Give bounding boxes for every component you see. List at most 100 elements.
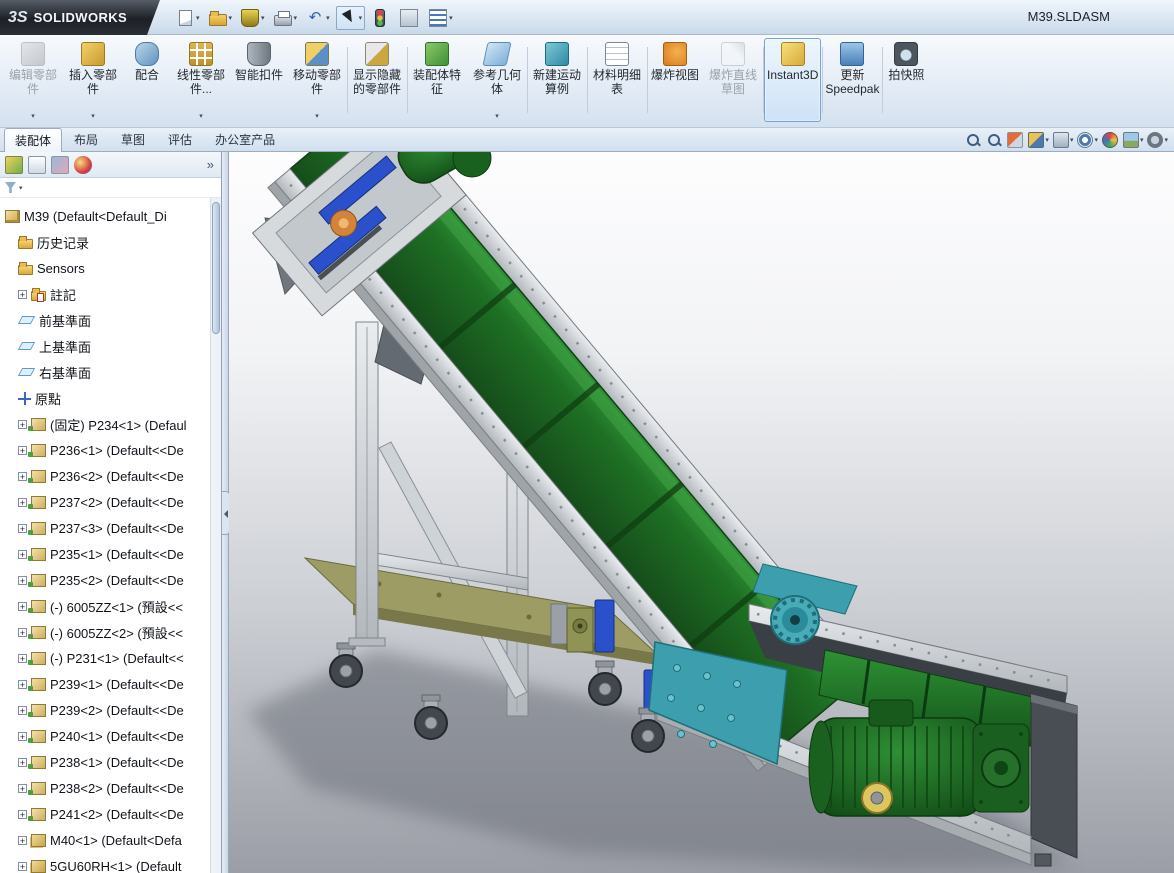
- tree-item[interactable]: + P235<2> (Default<<De: [0, 567, 221, 593]
- tree-item[interactable]: + (-) 6005ZZ<2> (預設<<: [0, 619, 221, 645]
- ribbon-button[interactable]: 新建运动算例: [528, 38, 586, 122]
- tension-roller[interactable]: [771, 596, 819, 644]
- dropdown-caret-icon[interactable]: ▾: [449, 14, 453, 22]
- ribbon-button[interactable]: 配合: [124, 38, 170, 122]
- quick-access-button[interactable]: ▾: [174, 6, 203, 30]
- tree-item[interactable]: + 註記: [0, 281, 221, 307]
- quick-access-button[interactable]: ▾: [271, 6, 301, 30]
- ribbon-button[interactable]: 拍快照: [883, 38, 929, 122]
- ribbon-button[interactable]: 插入零部件 ▾: [64, 38, 122, 122]
- dropdown-caret-icon[interactable]: ▾: [359, 14, 363, 22]
- dropdown-caret-icon[interactable]: ▾: [1070, 136, 1074, 144]
- configurationmanager-tab-icon[interactable]: [51, 156, 69, 174]
- view-tool-button[interactable]: [986, 132, 1003, 148]
- idler-wheel[interactable]: [862, 783, 892, 813]
- expand-icon[interactable]: +: [18, 654, 27, 663]
- displaymanager-tab-icon[interactable]: [74, 156, 92, 174]
- expand-icon[interactable]: +: [18, 446, 27, 455]
- ribbon-button[interactable]: 爆炸视图: [648, 38, 702, 122]
- expand-icon[interactable]: +: [18, 784, 27, 793]
- quick-access-button[interactable]: ▾: [426, 6, 456, 30]
- tree-item[interactable]: + P241<2> (Default<<De: [0, 801, 221, 827]
- expand-icon[interactable]: +: [18, 602, 27, 611]
- collapse-panel-button[interactable]: »: [207, 157, 216, 172]
- dropdown-caret-icon[interactable]: ▾: [19, 184, 23, 192]
- tree-item[interactable]: + P239<2> (Default<<De: [0, 697, 221, 723]
- expand-icon[interactable]: +: [18, 680, 27, 689]
- view-tool-button[interactable]: [1007, 132, 1024, 148]
- ribbon-tab[interactable]: 评估: [157, 127, 203, 151]
- quick-access-button[interactable]: ▾: [303, 6, 333, 30]
- 3d-viewport[interactable]: [229, 152, 1174, 873]
- ribbon-button[interactable]: 装配体特征: [408, 38, 466, 122]
- tree-item[interactable]: + (固定) P234<1> (Defaul: [0, 411, 221, 437]
- dropdown-caret-icon[interactable]: ▾: [1094, 136, 1098, 144]
- tree-item[interactable]: + P239<1> (Default<<De: [0, 671, 221, 697]
- tree-scrollbar[interactable]: [210, 198, 221, 873]
- dropdown-caret-icon[interactable]: ▾: [1140, 136, 1144, 144]
- expand-icon[interactable]: +: [18, 524, 27, 533]
- view-tool-button[interactable]: ▾: [1077, 132, 1098, 148]
- view-tool-button[interactable]: ▾: [1028, 132, 1049, 148]
- tree-item[interactable]: + P238<2> (Default<<De: [0, 775, 221, 801]
- dropdown-caret-icon[interactable]: ▾: [1164, 136, 1168, 144]
- dropdown-caret-icon[interactable]: ▾: [326, 14, 330, 22]
- tree-item[interactable]: 原點: [0, 385, 221, 411]
- dropdown-caret-icon[interactable]: ▾: [229, 14, 233, 22]
- ribbon-button[interactable]: 爆炸直线草图: [704, 38, 762, 122]
- quick-access-button[interactable]: ▾: [336, 6, 366, 30]
- panel-splitter[interactable]: [222, 152, 229, 873]
- quick-access-button[interactable]: ▾: [206, 6, 236, 30]
- tree-item[interactable]: Sensors: [0, 255, 221, 281]
- expand-icon[interactable]: +: [18, 810, 27, 819]
- view-tool-button[interactable]: [1102, 132, 1119, 148]
- ribbon-button[interactable]: 参考几何体 ▾: [468, 38, 526, 122]
- expand-icon[interactable]: +: [18, 498, 27, 507]
- quick-access-button[interactable]: [368, 6, 394, 30]
- ribbon-tab[interactable]: 装配体: [4, 128, 62, 152]
- ribbon-button[interactable]: 更新 Speedpak: [823, 38, 881, 122]
- dropdown-caret-icon[interactable]: ▾: [196, 14, 200, 22]
- ribbon-button[interactable]: 移动零部件 ▾: [288, 38, 346, 122]
- expand-icon[interactable]: +: [18, 706, 27, 715]
- filter-funnel-icon[interactable]: [5, 182, 16, 193]
- ribbon-button[interactable]: 智能扣件: [232, 38, 286, 122]
- tree-item[interactable]: + 5GU60RH<1> (Default: [0, 853, 221, 873]
- tree-item[interactable]: 历史记录: [0, 229, 221, 255]
- expand-icon[interactable]: +: [18, 862, 27, 871]
- ribbon-button[interactable]: 材料明细表: [588, 38, 646, 122]
- expand-icon[interactable]: +: [18, 576, 27, 585]
- expand-icon[interactable]: +: [18, 732, 27, 741]
- featuremanager-tab-icon[interactable]: [5, 156, 23, 174]
- tree-item[interactable]: + P237<3> (Default<<De: [0, 515, 221, 541]
- dropdown-caret-icon[interactable]: ▾: [1045, 136, 1049, 144]
- tree-item[interactable]: + P237<2> (Default<<De: [0, 489, 221, 515]
- view-tool-button[interactable]: ▾: [1147, 132, 1168, 148]
- ribbon-button[interactable]: Instant3D: [764, 38, 821, 122]
- tree-item[interactable]: + P235<1> (Default<<De: [0, 541, 221, 567]
- view-tool-button[interactable]: ▾: [1123, 132, 1144, 148]
- expand-icon[interactable]: +: [18, 628, 27, 637]
- expand-icon[interactable]: +: [18, 290, 27, 299]
- dropdown-caret-icon[interactable]: ▾: [294, 14, 298, 22]
- expand-icon[interactable]: +: [18, 550, 27, 559]
- tree-root-item[interactable]: M39 (Default<Default_Di: [0, 203, 221, 229]
- ribbon-tab[interactable]: 草图: [110, 127, 156, 151]
- expand-icon[interactable]: +: [18, 472, 27, 481]
- ribbon-button[interactable]: 线性零部件... ▾: [172, 38, 230, 122]
- ribbon-tab[interactable]: 办公室产品: [204, 127, 286, 151]
- quick-access-button[interactable]: ▾: [238, 6, 268, 30]
- tree-item[interactable]: 右基準面: [0, 359, 221, 385]
- expand-icon[interactable]: +: [18, 420, 27, 429]
- tree-item[interactable]: + (-) P231<1> (Default<<: [0, 645, 221, 671]
- tree-item[interactable]: + (-) 6005ZZ<1> (預設<<: [0, 593, 221, 619]
- quick-access-button[interactable]: [397, 6, 423, 30]
- ribbon-button[interactable]: 显示隐藏的零部件: [348, 38, 406, 122]
- tree-item[interactable]: 前基準面: [0, 307, 221, 333]
- dropdown-caret-icon[interactable]: ▾: [261, 14, 265, 22]
- expand-icon[interactable]: +: [18, 836, 27, 845]
- view-tool-button[interactable]: ▾: [1053, 132, 1074, 148]
- tree-item[interactable]: + P238<1> (Default<<De: [0, 749, 221, 775]
- tree-item[interactable]: + P236<2> (Default<<De: [0, 463, 221, 489]
- view-tool-button[interactable]: [965, 132, 982, 148]
